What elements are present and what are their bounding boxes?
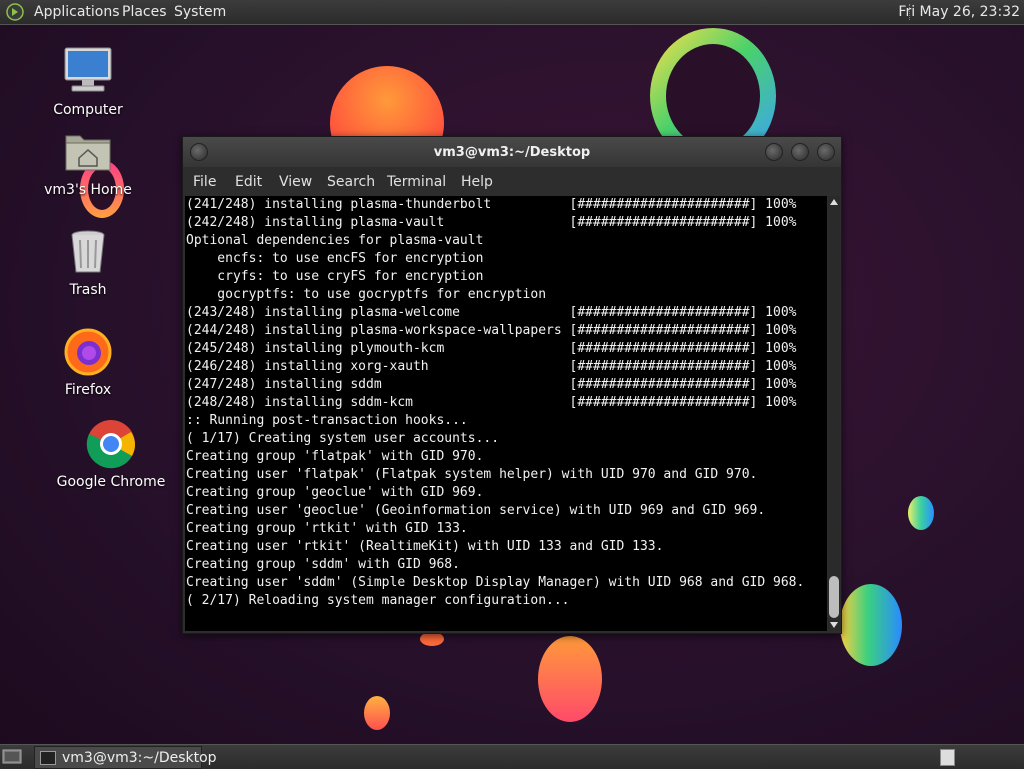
firefox-icon [62, 326, 114, 378]
terminal-line: Creating user 'rtkit' (RealtimeKit) with… [186, 539, 664, 554]
terminal-line: (247/248) installing sddm [#############… [186, 377, 797, 392]
terminal-line: (241/248) installing plasma-thunderbolt … [186, 197, 797, 212]
desktop-icon-computer[interactable]: Computer [33, 46, 143, 118]
wallpaper-small-orange-blob [364, 696, 390, 730]
menu-edit[interactable]: Edit [235, 174, 262, 190]
terminal-icon [40, 751, 56, 765]
terminal-line: Creating group 'sddm' with GID 968. [186, 557, 460, 572]
home-folder-icon [62, 126, 114, 178]
maximize-button[interactable] [791, 143, 809, 161]
desktop-icon-chrome[interactable]: Google Chrome [56, 418, 166, 490]
desktop-icon-label: Firefox [64, 382, 112, 398]
window-titlebar[interactable]: vm3@vm3:~/Desktop [183, 137, 841, 167]
desktop-icon-firefox[interactable]: Firefox [33, 326, 143, 398]
bottom-panel: vm3@vm3:~/Desktop [0, 744, 1024, 769]
terminal-line: Creating user 'geoclue' (Geoinformation … [186, 503, 766, 518]
taskbar-button-label: vm3@vm3:~/Desktop [62, 750, 217, 766]
wallpaper-small-teal-blob [908, 496, 934, 530]
terminal-line: Optional dependencies for plasma-vault [186, 233, 484, 248]
wallpaper-green-blob [840, 584, 902, 666]
desktop-icon-label: Trash [69, 282, 107, 298]
terminal-line: :: Running post-transaction hooks... [186, 413, 468, 428]
menu-view[interactable]: View [279, 174, 312, 190]
terminal-line: Creating group 'geoclue' with GID 969. [186, 485, 484, 500]
wallpaper-orange-blob [538, 636, 602, 722]
desktop-icon-label: Google Chrome [56, 474, 166, 490]
minimize-button[interactable] [765, 143, 783, 161]
terminal-line: Creating user 'flatpak' (Flatpak system … [186, 467, 758, 482]
show-desktop-icon[interactable] [2, 748, 22, 766]
terminal-line: (248/248) installing sddm-kcm [#########… [186, 395, 797, 410]
terminal-menubar: File Edit View Search Terminal Help [183, 169, 841, 195]
window-title: vm3@vm3:~/Desktop [433, 145, 591, 160]
taskbar-button-terminal[interactable]: vm3@vm3:~/Desktop [34, 746, 217, 769]
desktop-icon-label: vm3's Home [44, 182, 132, 198]
terminal-scrollbar[interactable] [828, 196, 840, 631]
scroll-up-arrow-icon[interactable] [830, 199, 838, 205]
trash-icon [62, 226, 114, 278]
menu-system[interactable]: System [174, 4, 226, 20]
scroll-down-arrow-icon[interactable] [830, 622, 838, 628]
menu-help[interactable]: Help [461, 174, 493, 190]
terminal-line: ( 2/17) Reloading system manager configu… [186, 593, 570, 608]
terminal-line: (243/248) installing plasma-welcome [###… [186, 305, 797, 320]
wallpaper-orange-sliver [420, 632, 444, 646]
menu-file[interactable]: File [193, 174, 216, 190]
desktop-icon-trash[interactable]: Trash [33, 226, 143, 298]
terminal-output[interactable]: (241/248) installing plasma-thunderbolt … [185, 196, 827, 631]
terminal-line: ( 1/17) Creating system user accounts... [186, 431, 500, 446]
menu-terminal[interactable]: Terminal [387, 174, 446, 190]
menu-places[interactable]: Places [122, 4, 167, 20]
menu-search[interactable]: Search [327, 174, 375, 190]
terminal-line: (245/248) installing plymouth-kcm [#####… [186, 341, 797, 356]
terminal-line: (246/248) installing xorg-xauth [#######… [186, 359, 797, 374]
chrome-icon [85, 418, 137, 470]
top-panel: Applications Places System Fri May 26, 2… [0, 0, 1024, 25]
terminal-line: Creating user 'sddm' (Simple Desktop Dis… [186, 575, 805, 590]
terminal-line: (242/248) installing plasma-vault [#####… [186, 215, 797, 230]
clock[interactable]: Fri May 26, 23:32 [898, 4, 1020, 20]
scrollbar-thumb[interactable] [829, 576, 839, 618]
desktop-icon-home[interactable]: vm3's Home [33, 126, 143, 198]
close-button[interactable] [817, 143, 835, 161]
terminal-line: Creating group 'rtkit' with GID 133. [186, 521, 468, 536]
desktop-icon-label: Computer [53, 102, 123, 118]
mate-logo-icon[interactable] [6, 3, 24, 21]
terminal-line: (244/248) installing plasma-workspace-wa… [186, 323, 797, 338]
terminal-line: cryfs: to use cryFS for encryption [186, 269, 484, 284]
terminal-line: encfs: to use encFS for encryption [186, 251, 484, 266]
menu-applications[interactable]: Applications [34, 4, 120, 20]
terminal-window[interactable]: vm3@vm3:~/Desktop File Edit View Search … [182, 136, 842, 634]
terminal-line: gocryptfs: to use gocryptfs for encrypti… [186, 287, 547, 302]
terminal-line: Creating group 'flatpak' with GID 970. [186, 449, 484, 464]
computer-icon [62, 46, 114, 98]
workspace-switcher[interactable] [940, 749, 955, 766]
